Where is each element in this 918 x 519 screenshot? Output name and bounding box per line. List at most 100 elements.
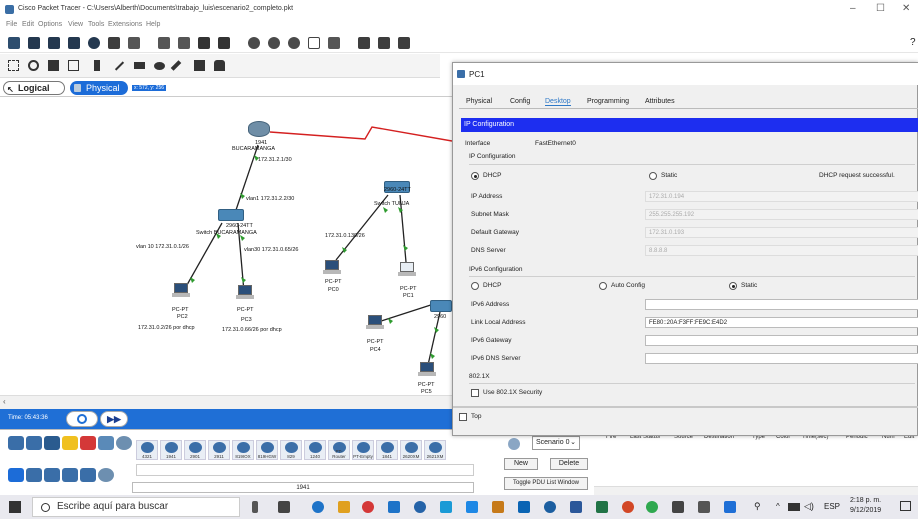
components-icon[interactable] [44,436,60,450]
taskbar-search-input[interactable]: Escribe aquí para buscar [32,497,240,517]
zoom-reset-icon[interactable] [268,37,280,49]
model-2901[interactable]: 2901 [184,440,206,460]
mic-icon[interactable] [252,501,258,513]
menu-tools[interactable]: Tools [88,21,104,28]
close-icon[interactable]: ✕ [902,3,910,14]
ipv6-gateway-field[interactable] [645,335,918,346]
add-complex-pdu-icon[interactable] [214,60,225,71]
model-1841[interactable]: 1841 [376,440,398,460]
network-app-icon[interactable] [466,501,478,513]
subnet-mask-field[interactable]: 255.255.255.192 [645,209,918,220]
model-1941[interactable]: 1941 [160,440,182,460]
save-icon[interactable] [48,37,60,49]
custom-device-icon[interactable] [128,37,140,49]
rectangle-icon[interactable] [134,62,145,69]
windows-start-icon[interactable] [9,501,21,513]
default-gateway-field[interactable]: 172.31.0.193 [645,227,918,238]
resize-icon[interactable] [68,60,79,71]
new-file-icon[interactable] [8,37,20,49]
menu-help[interactable]: Help [146,21,160,28]
packet-tracer-taskbar-icon[interactable] [440,501,452,513]
logical-workspace[interactable]: 1941 BUCARAMANGA 172.31.2.1/30 vlan1 172… [0,97,452,395]
switch-category-icon[interactable] [26,468,42,482]
tab-programming[interactable]: Programming [587,98,629,105]
hub-category-icon[interactable] [44,468,60,482]
chevron-up-icon[interactable]: ^ [776,502,780,511]
toggle-pdu-list-button[interactable]: Toggle PDU List Window [504,477,588,490]
task-view-icon[interactable] [278,501,290,513]
drawing-palette-icon[interactable] [308,37,320,49]
paint-icon[interactable] [492,501,504,513]
fast-forward-button[interactable]: ▶▶ [100,411,128,427]
excel-icon[interactable] [596,501,608,513]
switch-bucaramanga[interactable] [218,209,244,221]
tab-desktop[interactable]: Desktop [545,98,571,106]
menu-extensions[interactable]: Extensions [108,21,142,28]
menu-options[interactable]: Options [38,21,62,28]
delete-icon[interactable] [48,60,59,71]
network-info-icon[interactable] [108,37,120,49]
ipv6-dhcp-radio[interactable] [471,282,479,290]
pc3-device[interactable] [236,285,254,299]
model-pt-empty[interactable]: PT-Empty [352,440,374,460]
ip-address-field[interactable]: 172.31.0.194 [645,191,918,202]
physical-tab[interactable]: Physical [70,81,128,95]
notifications-icon[interactable] [900,501,911,511]
app-green-icon[interactable] [646,501,658,513]
maximize-icon[interactable]: ☐ [876,3,885,14]
pc5-device[interactable] [418,362,436,376]
pdu-horizontal-scrollbar[interactable] [594,486,918,495]
people-icon[interactable]: ⚲ [754,501,761,512]
language-indicator[interactable]: ESP [824,502,840,511]
file-explorer-icon[interactable] [338,501,350,513]
info-icon[interactable] [398,37,410,49]
app-dark-icon[interactable] [672,501,684,513]
switch-2960[interactable] [430,300,452,312]
browser-icon[interactable] [544,501,556,513]
word-icon[interactable] [570,501,582,513]
firefox-icon[interactable] [622,501,634,513]
store-icon[interactable] [388,501,400,513]
open-folder-icon[interactable] [28,37,40,49]
clock-time[interactable]: 2:18 p. m. [850,497,881,504]
zoom-in-icon[interactable] [248,37,260,49]
model-1240[interactable]: 1240 [304,440,326,460]
ipv6-address-field[interactable] [645,299,918,310]
ipv6-auto-config-radio[interactable] [599,282,607,290]
router-bucaramanga[interactable] [248,121,270,137]
workspace-horizontal-scrollbar[interactable]: ‹ [0,395,452,409]
connections-icon[interactable] [62,436,78,450]
clock-date[interactable]: 9/12/2019 [850,507,881,514]
model-pt-router[interactable]: PT-Router [328,440,350,460]
pc1-device[interactable] [398,262,416,276]
misc-icon[interactable] [80,436,96,450]
pc4-device[interactable] [366,315,384,329]
ellipse-icon[interactable] [154,62,165,70]
model-2911[interactable]: 2911 [208,440,230,460]
app-window-icon[interactable] [698,501,710,513]
link-local-address-field[interactable]: FE80::20A:F3FF:FE9C:E4D2 [645,317,918,328]
interface-value[interactable]: FastEthernet0 [535,140,576,147]
multiuser-icon[interactable] [98,436,114,450]
network-devices-icon[interactable] [8,436,24,450]
end-devices-icon[interactable] [26,436,42,450]
freeform-icon[interactable] [170,60,182,71]
pc0-device[interactable] [323,260,341,274]
model-819hgw[interactable]: 819HGW [256,440,278,460]
ipv6-static-radio[interactable] [729,282,737,290]
static-radio[interactable] [649,172,657,180]
wireless-category-icon[interactable] [62,468,78,482]
print-icon[interactable] [68,37,80,49]
activity-wizard-icon[interactable] [88,37,100,49]
battery-icon[interactable] [788,503,800,511]
power-cycle-button[interactable] [66,411,98,427]
menu-file[interactable]: File [6,21,17,28]
tab-physical[interactable]: Physical [466,98,492,105]
delete-pdu-button[interactable]: Delete [550,458,588,470]
copy-icon[interactable] [158,37,170,49]
use-8021x-checkbox[interactable] [471,389,479,397]
model-4321[interactable]: 4321 [136,440,158,460]
logical-tab[interactable]: ↖ Logical [3,81,65,95]
pdu-icon[interactable] [358,37,370,49]
line-icon[interactable] [114,61,125,71]
